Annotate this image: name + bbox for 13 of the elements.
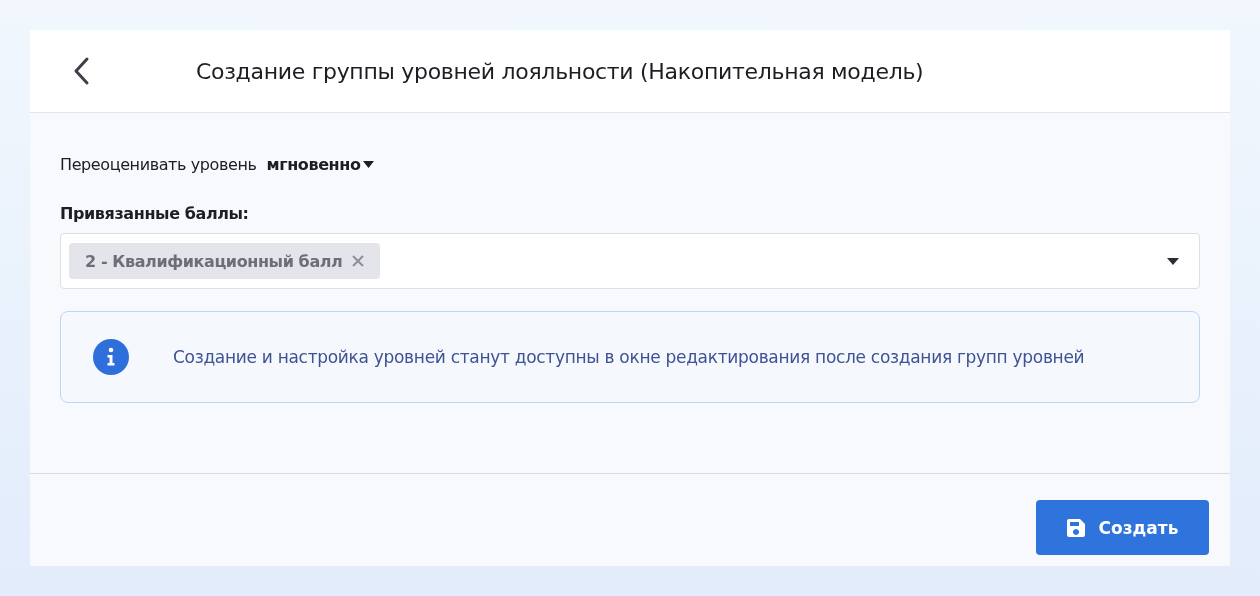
info-icon: [93, 339, 129, 375]
remove-icon[interactable]: [352, 255, 365, 267]
caret-icon: [1167, 257, 1179, 265]
caret-icon: [363, 161, 375, 168]
field-label: Переоценивать уровень: [60, 155, 257, 174]
info-text: Создание и настройка уровней станут доступны в окне редактирования после создания групп уровней: [173, 347, 1085, 367]
back-icon[interactable]: [72, 56, 90, 86]
points-select[interactable]: 2 - Квалификационный балл: [60, 233, 1200, 289]
tag-label: 2 - Квалификационный балл: [85, 251, 343, 271]
save-button[interactable]: Создать: [1036, 500, 1209, 555]
reevaluate-dropdown[interactable]: мгновенно: [266, 155, 375, 174]
field-label: Привязанные баллы:: [60, 204, 250, 223]
dialog-title: Создание группы уровней лояльности (Накопительная модель): [196, 58, 924, 84]
